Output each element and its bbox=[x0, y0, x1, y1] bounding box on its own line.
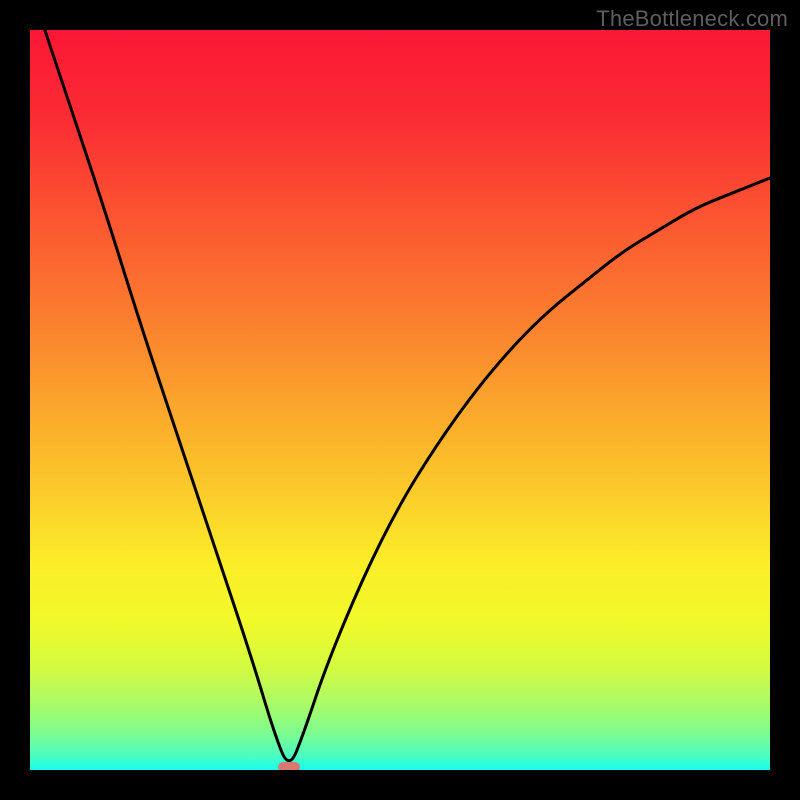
watermark-text: TheBottleneck.com bbox=[596, 6, 788, 32]
chart-frame bbox=[30, 30, 770, 770]
minimum-marker bbox=[278, 762, 300, 770]
bottleneck-curve bbox=[30, 30, 770, 770]
